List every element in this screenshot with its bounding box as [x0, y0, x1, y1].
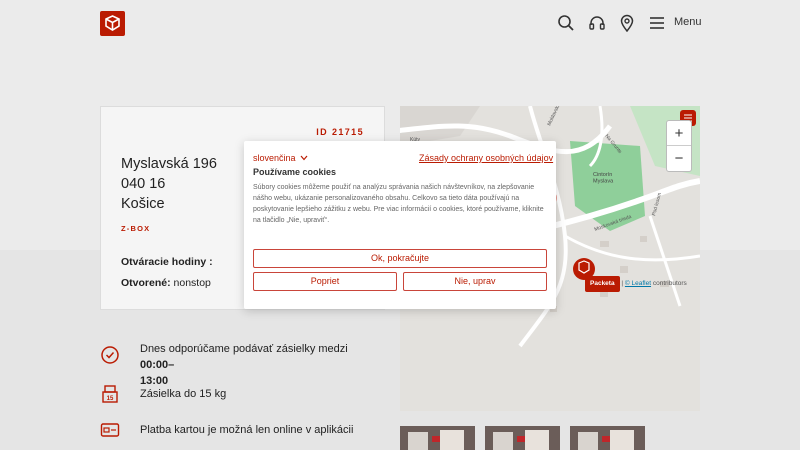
address-street: Myslavská 196: [121, 156, 217, 172]
zoom-out-button[interactable]: −: [667, 146, 691, 171]
weight-icon: 15: [102, 385, 118, 403]
cookie-title: Používame cookies: [253, 167, 337, 177]
card-payment-text: Platba kartou je možná len online v apli…: [140, 424, 354, 436]
reject-cookies-button[interactable]: Nie, uprav: [403, 272, 547, 291]
contributors-text: contributors: [652, 280, 687, 287]
language-select[interactable]: slovenčina: [253, 153, 296, 163]
cookie-consent-dialog: slovenčina Zásady ochrany osobných údajo…: [244, 141, 556, 309]
photo-thumbnail-2[interactable]: [485, 426, 560, 450]
privacy-policy-link[interactable]: Zásady ochrany osobných údajov: [419, 153, 553, 163]
card-payment-icon: [100, 423, 120, 437]
map-attribution: Packeta | © Leaflet contributors: [585, 276, 687, 292]
point-address: Myslavská 196 040 16 Košice: [121, 154, 217, 214]
open-label: Otvorené:: [121, 277, 171, 289]
search-icon[interactable]: [557, 14, 575, 32]
chevron-down-icon[interactable]: [300, 155, 308, 161]
map-zoom-control: + −: [666, 120, 692, 172]
headset-icon[interactable]: [588, 14, 606, 32]
leaflet-link[interactable]: © Leaflet: [625, 280, 651, 287]
photo-thumbnail-3[interactable]: [570, 426, 645, 450]
map-pin-icon[interactable]: [618, 14, 636, 32]
clock-check-icon: [101, 346, 119, 364]
opening-hours-label: Otváracie hodiny :: [121, 256, 213, 268]
point-id: ID 21715: [316, 127, 364, 137]
menu-label[interactable]: Menu: [674, 16, 702, 28]
attribution-separator: |: [621, 280, 624, 287]
weight-text: Zásielka do 15 kg: [140, 388, 227, 400]
zoom-in-button[interactable]: +: [667, 121, 691, 146]
recommendation-text: Dnes odporúčame podávať zásielky medzi 0…: [140, 341, 380, 389]
address-city: Košice: [121, 196, 165, 212]
photo-thumbnail-1[interactable]: [400, 426, 475, 450]
point-type: Z-BOX: [121, 224, 151, 233]
hamburger-icon[interactable]: [648, 14, 666, 32]
accept-cookies-button[interactable]: Ok, pokračujte: [253, 249, 547, 268]
open-status: Otvorené: nonstop: [121, 277, 211, 289]
map-label-cemetery: Cintorín Myslava: [593, 172, 614, 185]
packeta-badge[interactable]: Packeta: [585, 276, 620, 292]
cookie-body: Súbory cookies môžeme použiť na analýzu …: [253, 184, 544, 224]
preferences-button[interactable]: Popriet: [253, 272, 397, 291]
address-zip: 040 16: [121, 176, 166, 192]
weight-badge: 15: [107, 396, 114, 402]
open-value: nonstop: [173, 277, 211, 289]
packeta-logo[interactable]: [100, 11, 125, 36]
recommend-time-start: 00:00–: [140, 359, 175, 371]
recommend-prefix: Dnes odporúčame podávať zásielky medzi: [140, 343, 348, 355]
